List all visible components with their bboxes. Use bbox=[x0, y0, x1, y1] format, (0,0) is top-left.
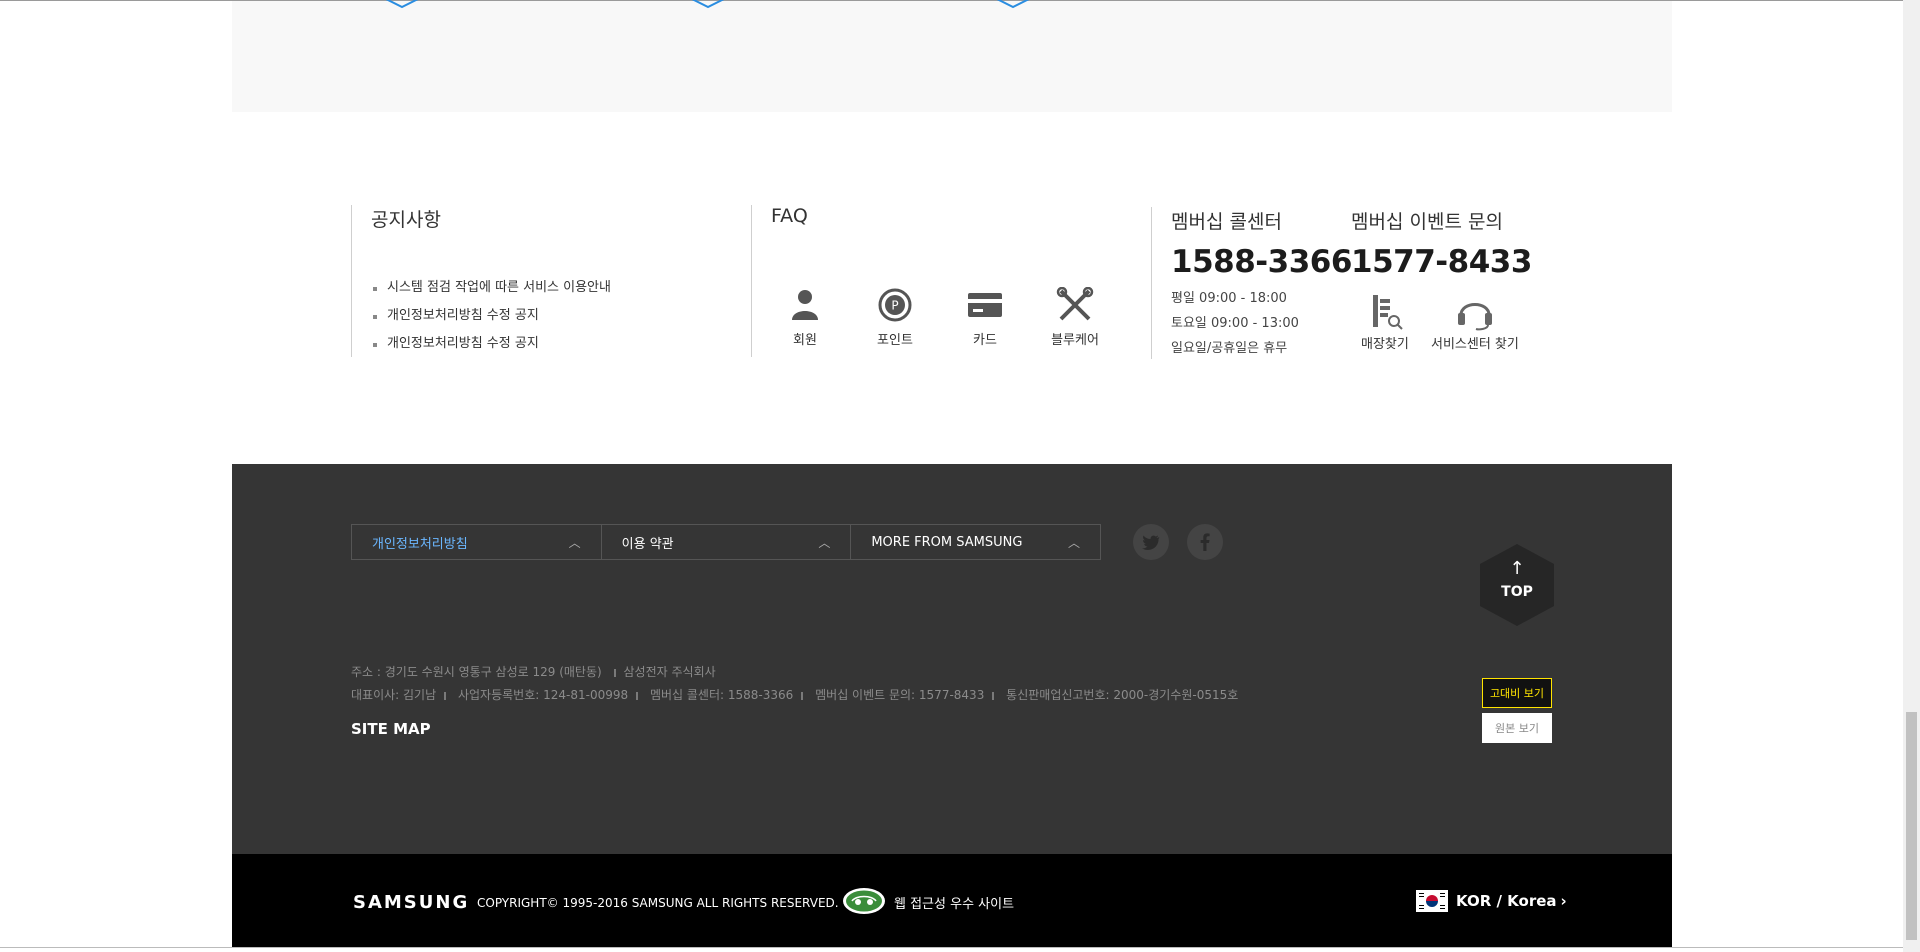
faq-title[interactable]: FAQ bbox=[771, 205, 1151, 227]
notice-column: 공지사항 시스템 점검 작업에 따른 서비스 이용안내 개인정보처리방침 수정 … bbox=[351, 205, 751, 357]
chevron-down-icon[interactable] bbox=[384, 0, 420, 11]
address-line: 주소 : 경기도 수원시 영통구 삼성로 129 (매탄동) 삼성전자 주식회사 bbox=[351, 665, 716, 679]
service-center-label: 서비스센터 찾기 bbox=[1431, 337, 1519, 352]
info-ceo: 대표이사: 김기남 bbox=[351, 688, 437, 702]
samsung-logo: SAMSUNG bbox=[353, 892, 470, 913]
call-center-block: 멤버십 콜센터 1588-3366 평일 09:00 - 18:00 토요일 0… bbox=[1171, 207, 1352, 361]
info-call-center: 멤버십 콜센터: 1588-3366 bbox=[649, 688, 794, 702]
person-icon bbox=[770, 285, 840, 325]
headset-icon bbox=[1431, 291, 1519, 331]
footer-dark: 개인정보처리방침 ︿ 이용 약관 ︿ MORE FROM SAMSUNG ︿ 주… bbox=[232, 464, 1672, 854]
vertical-scrollbar[interactable] bbox=[1903, 0, 1920, 952]
terms-dropdown[interactable]: 이용 약관 ︿ bbox=[602, 525, 852, 559]
chevron-down-icon[interactable] bbox=[690, 0, 726, 11]
chevron-up-icon: ︿ bbox=[1068, 535, 1081, 550]
footer-bottom-bar: SAMSUNG COPYRIGHT© 1995-2016 SAMSUNG ALL… bbox=[232, 854, 1672, 950]
event-center-block: 멤버십 이벤트 문의 1577-8433 매장찾기 서비스센터 찾기 bbox=[1351, 207, 1532, 352]
store-search-icon bbox=[1361, 291, 1409, 331]
faq-column: FAQ 회원 P 포인트 카드 블루케어 bbox=[751, 205, 1151, 357]
footer-dropdowns: 개인정보처리방침 ︿ 이용 약관 ︿ MORE FROM SAMSUNG ︿ bbox=[351, 524, 1101, 560]
high-contrast-button[interactable]: 고대비 보기 bbox=[1482, 678, 1552, 708]
faq-item-member[interactable]: 회원 bbox=[770, 285, 840, 348]
store-finder-label: 매장찾기 bbox=[1361, 337, 1409, 352]
top-label: TOP bbox=[1501, 584, 1533, 600]
notice-list: 시스템 점검 작업에 따른 서비스 이용안내 개인정보처리방침 수정 공지 개인… bbox=[371, 274, 751, 358]
service-center-link[interactable]: 서비스센터 찾기 bbox=[1431, 291, 1519, 352]
original-view-button[interactable]: 원본 보기 bbox=[1482, 713, 1552, 743]
company-info-line: 대표이사: 김기남 사업자등록번호: 124-81-00998 멤버십 콜센터:… bbox=[351, 684, 1238, 707]
copyright-text: COPYRIGHT© 1995-2016 SAMSUNG ALL RIGHTS … bbox=[477, 896, 839, 910]
card-icon bbox=[950, 285, 1020, 325]
dropdown-label: MORE FROM SAMSUNG bbox=[871, 534, 1023, 550]
hours-weekday: 평일 09:00 - 18:00 bbox=[1171, 291, 1287, 306]
arrow-up-icon: ↑ bbox=[1509, 558, 1525, 579]
call-center-title: 멤버십 콜센터 bbox=[1171, 211, 1282, 233]
chevron-down-icon[interactable] bbox=[995, 0, 1031, 11]
web-accessibility-text: 웹 접근성 우수 사이트 bbox=[894, 897, 1015, 912]
notice-title[interactable]: 공지사항 bbox=[371, 205, 751, 232]
faq-item-bluecare[interactable]: 블루케어 bbox=[1040, 285, 1110, 348]
dropdown-label: 개인정보처리방침 bbox=[372, 536, 468, 552]
tools-icon bbox=[1040, 285, 1110, 325]
call-center-hours: 평일 09:00 - 18:00 토요일 09:00 - 13:00 일요일/공… bbox=[1171, 286, 1352, 361]
twitter-icon[interactable] bbox=[1133, 524, 1169, 560]
faq-item-card[interactable]: 카드 bbox=[950, 285, 1020, 348]
facebook-icon[interactable] bbox=[1187, 524, 1223, 560]
info-ecommerce-number: 통신판매업신고번호: 2000-경기수원-0515호 bbox=[1006, 688, 1239, 702]
event-center-number: 1577-8433 bbox=[1351, 244, 1532, 280]
info-event-contact: 멤버십 이벤트 문의: 1577-8433 bbox=[815, 688, 985, 702]
faq-item-label: 카드 bbox=[973, 333, 997, 348]
store-finder-link[interactable]: 매장찾기 bbox=[1361, 291, 1409, 352]
korea-flag-icon bbox=[1416, 890, 1448, 912]
svg-text:P: P bbox=[891, 299, 898, 313]
faq-item-label: 블루케어 bbox=[1051, 333, 1099, 348]
notice-item[interactable]: 시스템 점검 작업에 따른 서비스 이용안내 bbox=[371, 274, 751, 302]
top-gray-section bbox=[232, 0, 1672, 112]
point-icon: P bbox=[860, 285, 930, 325]
company-address: 주소 : 경기도 수원시 영통구 삼성로 129 (매탄동) 삼성전자 주식회사… bbox=[351, 661, 1238, 707]
sitemap-link[interactable]: SITE MAP bbox=[351, 720, 431, 738]
store-links: 매장찾기 서비스센터 찾기 bbox=[1351, 291, 1541, 361]
language-label: KOR / Korea bbox=[1456, 892, 1557, 910]
hours-saturday: 토요일 09:00 - 13:00 bbox=[1171, 316, 1299, 331]
chevron-up-icon: ︿ bbox=[568, 535, 581, 550]
scrollbar-thumb[interactable] bbox=[1906, 712, 1917, 940]
call-center-number: 1588-3366 bbox=[1171, 244, 1352, 280]
event-center-title: 멤버십 이벤트 문의 bbox=[1351, 211, 1503, 233]
web-accessibility-badge-icon bbox=[842, 887, 886, 915]
faq-item-label: 포인트 bbox=[877, 333, 913, 348]
notice-item[interactable]: 개인정보처리방침 수정 공지 bbox=[371, 330, 751, 358]
chevron-right-icon: › bbox=[1560, 892, 1567, 910]
faq-item-label: 회원 bbox=[793, 333, 817, 348]
language-selector[interactable]: KOR / Korea › bbox=[1416, 890, 1567, 912]
info-section: 공지사항 시스템 점검 작업에 따른 서비스 이용안내 개인정보처리방침 수정 … bbox=[351, 205, 1561, 365]
privacy-policy-dropdown[interactable]: 개인정보처리방침 ︿ bbox=[352, 525, 602, 559]
info-business-number: 사업자등록번호: 124-81-00998 bbox=[457, 688, 629, 702]
bottom-edge bbox=[0, 947, 1903, 952]
chevron-up-icon: ︿ bbox=[818, 535, 831, 550]
contact-column: 멤버십 콜센터 1588-3366 평일 09:00 - 18:00 토요일 0… bbox=[1151, 207, 1561, 359]
notice-item[interactable]: 개인정보처리방침 수정 공지 bbox=[371, 302, 751, 330]
dropdown-label: 이용 약관 bbox=[621, 536, 674, 552]
hours-holiday: 일요일/공휴일은 휴무 bbox=[1171, 341, 1288, 356]
more-from-samsung-dropdown[interactable]: MORE FROM SAMSUNG ︿ bbox=[851, 525, 1100, 559]
faq-item-point[interactable]: P 포인트 bbox=[860, 285, 930, 348]
scroll-to-top-button[interactable]: ↑ TOP bbox=[1480, 544, 1554, 626]
